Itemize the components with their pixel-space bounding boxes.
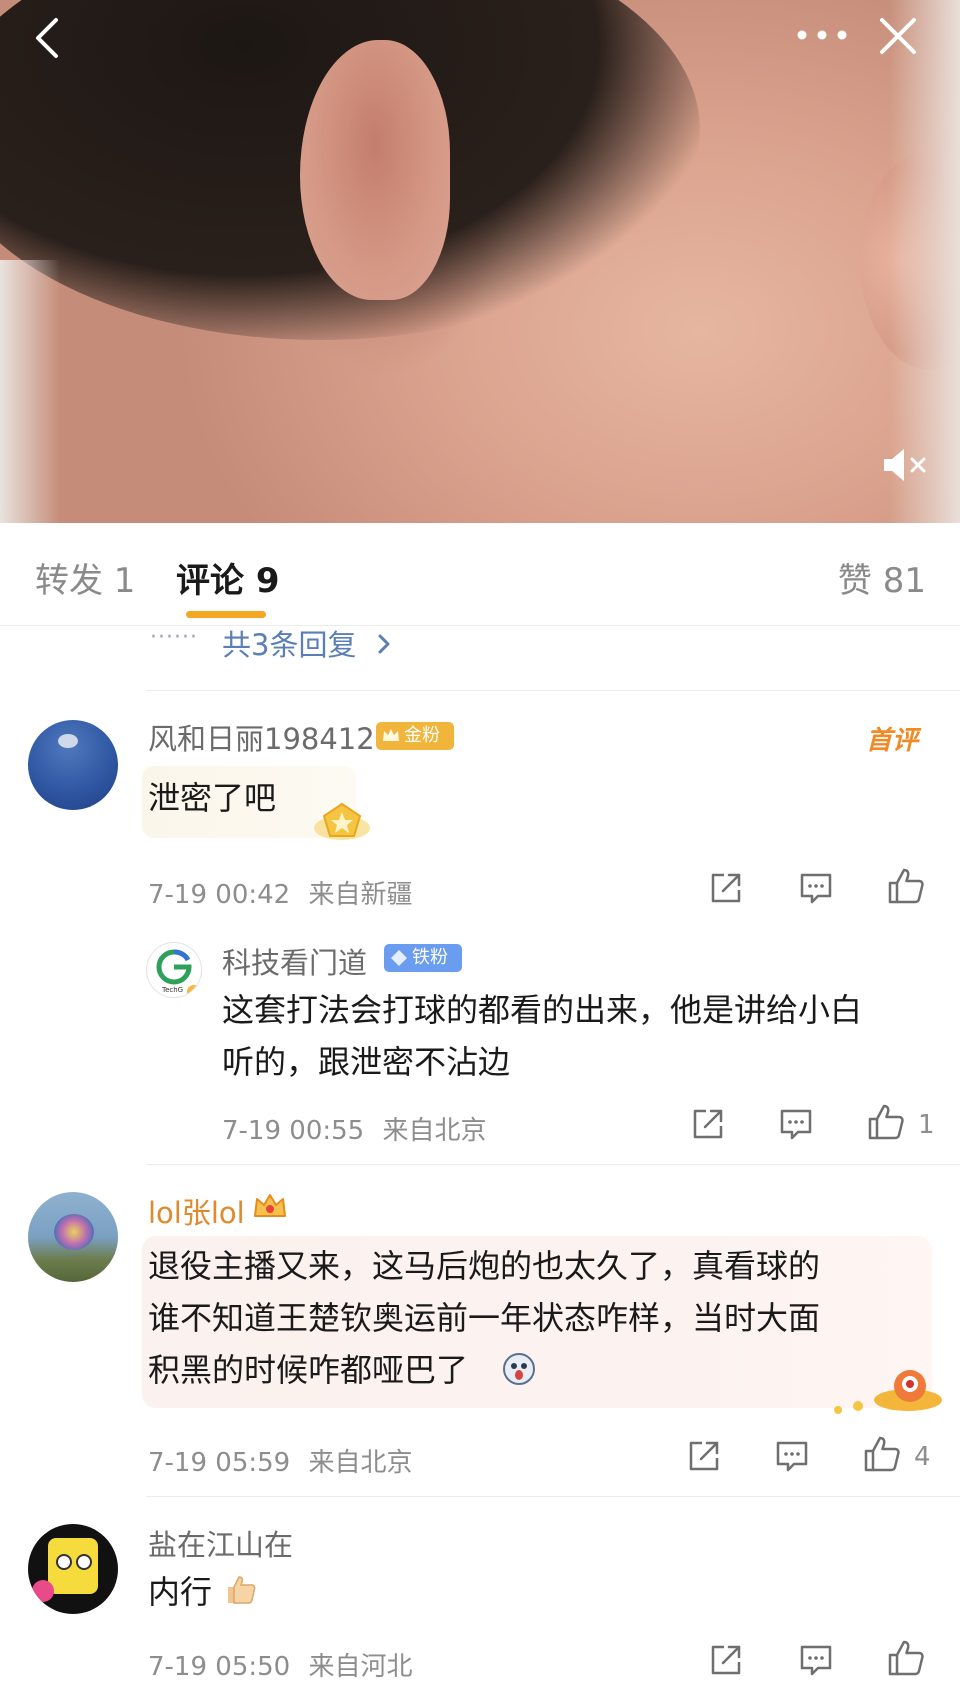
back-button[interactable] — [28, 14, 68, 62]
medal-sticker-icon — [314, 802, 370, 840]
thumbs-up-icon — [868, 1104, 904, 1140]
comment-icon — [800, 873, 832, 904]
video-frame-ear — [300, 40, 450, 300]
vip-crown-icon — [254, 1194, 286, 1217]
comment-location: 来自新疆 — [308, 880, 413, 910]
comment-text-line: 谁不知道王楚钦奥运前一年状态咋样，当时大面 — [148, 1299, 821, 1337]
badge-label: 金粉2 — [404, 725, 440, 774]
comment-location: 来自河北 — [308, 1652, 413, 1682]
share-icon — [689, 1441, 719, 1471]
tab-repost[interactable]: 转发 1 — [35, 553, 135, 602]
comment-location: 来自北京 — [382, 1116, 487, 1146]
share-icon — [711, 873, 741, 903]
comment-meta: 7-19 00:42 来自新疆 — [148, 874, 412, 911]
comment-tabs: 转发 1 评论 9 赞 81 — [0, 523, 960, 626]
active-tab-indicator — [186, 611, 266, 618]
comment-text-line: 积黑的时候咋都哑巴了 — [148, 1351, 469, 1389]
comment-text-line: 这套打法会打球的都看的出来，他是讲给小白 — [222, 991, 863, 1029]
comment-text-line: 退役主播又来，这马后炮的也太久了，真看球的 — [148, 1247, 821, 1285]
divider — [146, 1496, 960, 1497]
avatar[interactable]: TechG — [146, 942, 202, 998]
more-button[interactable] — [792, 20, 852, 50]
comment-time: 7-19 05:50 — [148, 1652, 291, 1682]
share-icon — [693, 1109, 723, 1139]
like-button[interactable] — [862, 1434, 902, 1478]
comment-icon — [780, 1109, 812, 1140]
share-button[interactable] — [690, 1106, 726, 1146]
view-replies-link[interactable]: 共3条回复 — [222, 622, 394, 664]
like-button[interactable] — [886, 1638, 926, 1682]
ufo-sticker-icon — [834, 1370, 942, 1414]
comment-time: 7-19 00:55 — [222, 1116, 365, 1146]
thumbs-up-icon — [888, 868, 924, 904]
comment-icon — [800, 1645, 832, 1676]
avatar[interactable] — [28, 720, 118, 810]
avatar-eye — [56, 1554, 72, 1570]
comment-text-line: 听的，跟泄密不沾边 — [222, 1043, 511, 1081]
first-comment-tag: 首评 — [866, 726, 919, 756]
crown-icon — [383, 729, 399, 741]
comment-meta: 7-19 00:55 来自北京 — [222, 1110, 486, 1147]
username[interactable]: 风和日丽198412 — [148, 716, 375, 758]
reply-button[interactable] — [798, 1642, 834, 1682]
like-count: 1 — [918, 1110, 935, 1140]
reply-button[interactable] — [778, 1106, 814, 1146]
share-icon — [711, 1645, 741, 1675]
tab-comments[interactable]: 评论 9 — [176, 553, 280, 602]
reply-button[interactable] — [798, 870, 834, 910]
video-frame-background-left — [0, 260, 60, 523]
close-button[interactable] — [876, 14, 920, 58]
comment-icon — [776, 1441, 808, 1472]
username[interactable]: 科技看门道 — [222, 940, 367, 982]
comment-text: 泄密了吧 — [148, 779, 277, 817]
avatar[interactable] — [28, 1192, 118, 1282]
tab-likes[interactable]: 赞 81 — [838, 553, 926, 602]
avatar-star — [32, 1580, 54, 1602]
comment-location: 来自北京 — [308, 1448, 413, 1478]
divider — [146, 1164, 960, 1165]
iron-fan-badge: 铁粉4 — [384, 944, 462, 996]
username[interactable]: 盐在江山在 — [148, 1522, 293, 1564]
chevron-left-icon — [36, 18, 58, 58]
shocked-dog-emoji-icon — [503, 1353, 535, 1385]
video-player[interactable] — [0, 0, 960, 523]
avatar-flowers — [54, 1214, 94, 1250]
view-replies-label: 共3条回复 — [222, 628, 357, 662]
comment-meta: 7-19 05:59 来自北京 — [148, 1442, 412, 1479]
more-dots-icon — [797, 30, 847, 40]
like-button[interactable] — [886, 866, 926, 910]
comment-text-content: 内行 — [148, 1573, 213, 1611]
comment-time: 7-19 00:42 — [148, 880, 291, 910]
avatar-moon — [58, 734, 78, 748]
close-icon — [880, 18, 916, 54]
like-button[interactable] — [866, 1102, 906, 1146]
thumbs-up-icon — [888, 1640, 924, 1676]
chevron-right-icon — [378, 634, 390, 654]
share-button[interactable] — [686, 1438, 722, 1478]
replies-dots: ······ — [150, 625, 198, 650]
mute-button[interactable] — [880, 445, 932, 485]
comment-time: 7-19 05:59 — [148, 1448, 291, 1478]
share-button[interactable] — [708, 870, 744, 910]
divider — [146, 690, 960, 691]
avatar-logo-text: TechG — [161, 986, 183, 994]
diamond-icon — [391, 950, 407, 966]
thumbs-up-icon — [864, 1436, 900, 1472]
comment-text: 内行 — [148, 1566, 258, 1618]
avatar[interactable] — [28, 1524, 118, 1614]
thumbs-up-emoji-icon — [228, 1576, 256, 1604]
username[interactable]: lol张lol — [148, 1190, 245, 1232]
gold-fan-badge: 金粉2 — [376, 722, 454, 774]
share-button[interactable] — [708, 1642, 744, 1682]
speaker-muted-icon — [884, 449, 926, 481]
reply-button[interactable] — [774, 1438, 810, 1478]
avatar-eye — [76, 1554, 92, 1570]
like-count: 4 — [914, 1442, 931, 1472]
comment-meta: 7-19 05:50 来自河北 — [148, 1646, 412, 1683]
verified-badge-icon — [185, 983, 201, 997]
